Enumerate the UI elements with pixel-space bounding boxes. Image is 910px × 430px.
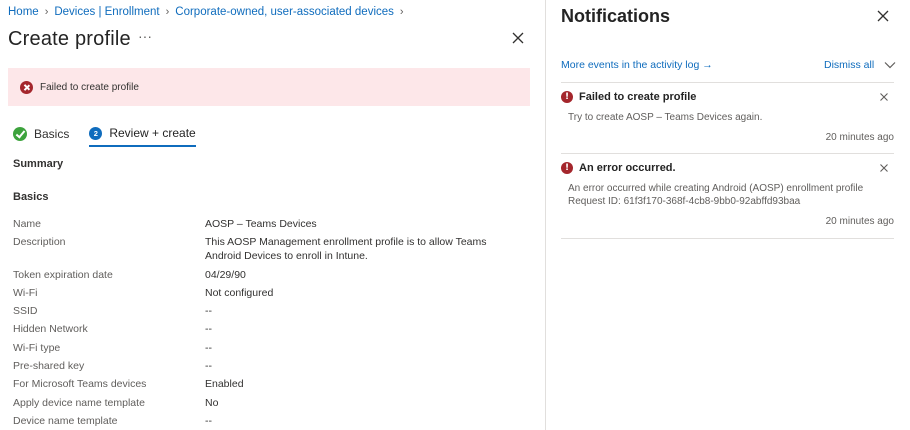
notifications-panel: Notifications More events in the activit…	[546, 0, 910, 430]
row-key: Wi-Fi type	[13, 341, 61, 354]
row-value: Not configured	[205, 286, 274, 299]
tab-review-create[interactable]: 2 Review + create	[89, 126, 196, 147]
error-icon	[20, 80, 33, 94]
dismiss-all-button[interactable]: Dismiss all	[824, 59, 896, 71]
row-key: Pre-shared key	[13, 360, 85, 373]
create-profile-panel: Home › Devices | Enrollment › Corporate-…	[0, 0, 545, 430]
activity-log-link[interactable]: More events in the activity log →	[561, 59, 713, 71]
summary-row: Description This AOSP Management enrollme…	[13, 235, 513, 263]
dismiss-all-label: Dismiss all	[824, 59, 875, 71]
tab-review-create-label: Review + create	[109, 126, 196, 140]
close-icon[interactable]	[509, 29, 527, 47]
request-id: Request ID: 61f3f170-368f-4cb8-9bb0-92ab…	[568, 196, 801, 207]
tab-basics[interactable]: Basics	[13, 126, 69, 147]
row-key: Name	[13, 218, 42, 230]
page-title: Create profile	[8, 28, 131, 50]
row-value: AOSP – Teams Devices	[205, 218, 317, 230]
divider	[561, 153, 894, 154]
chevron-right-icon: ›	[399, 6, 404, 18]
chevron-right-icon: ›	[44, 6, 49, 18]
summary-list: Name AOSP – Teams Devices Description This…	[13, 217, 513, 430]
row-key: Apply device name template	[13, 396, 145, 409]
row-value: --	[205, 360, 212, 373]
summary-row: For Microsoft Teams devices Enabled	[13, 377, 513, 391]
summary-row: Wi-Fi Not configured	[13, 286, 513, 300]
close-icon[interactable]	[879, 163, 889, 173]
chevron-down-icon	[884, 62, 896, 69]
row-value: --	[205, 341, 212, 354]
summary-heading: Summary	[13, 158, 64, 170]
close-icon[interactable]	[879, 92, 889, 102]
summary-row: Hidden Network --	[13, 322, 513, 336]
notification-header: ! Failed to create profile	[561, 91, 894, 103]
notification-header: ! An error occurred.	[561, 162, 894, 174]
row-key: SSID	[13, 305, 38, 318]
row-value: --	[205, 414, 212, 427]
notification-time: 20 minutes ago	[825, 132, 894, 143]
divider	[561, 238, 894, 239]
breadcrumb-devices-enrollment[interactable]: Devices | Enrollment	[54, 6, 159, 18]
summary-row: Pre-shared key --	[13, 359, 513, 373]
divider	[561, 82, 894, 83]
tab-basics-label: Basics	[34, 127, 70, 141]
summary-row: Token expiration date 04/29/90	[13, 268, 513, 282]
checkmark-icon	[13, 127, 27, 141]
row-value: This AOSP Management enrollment profile …	[205, 236, 487, 263]
notification-body: An error occurred while creating Android…	[568, 182, 894, 208]
notification-body: Try to create AOSP – Teams Devices again…	[568, 112, 763, 123]
row-value: --	[205, 323, 212, 336]
summary-row: Name AOSP – Teams Devices	[13, 217, 513, 231]
row-key: Device name template	[13, 414, 118, 427]
notification-item[interactable]: ! An error occurred. An error occurred w…	[561, 162, 894, 227]
notifications-title: Notifications	[561, 6, 671, 26]
notification-body-text: An error occurred while creating Android…	[568, 183, 864, 194]
error-icon: !	[561, 91, 573, 103]
chevron-right-icon: ›	[165, 6, 170, 18]
row-key: Hidden Network	[13, 323, 88, 336]
basics-heading: Basics	[13, 191, 49, 203]
summary-row: Wi-Fi type --	[13, 341, 513, 355]
summary-row: Apply device name template No	[13, 396, 513, 410]
more-options-button[interactable]: ···	[138, 28, 152, 44]
breadcrumb-corporate-owned[interactable]: Corporate-owned, user-associated devices	[175, 6, 394, 18]
step-number-badge: 2	[89, 126, 103, 140]
summary-row: SSID --	[13, 304, 513, 318]
notification-item[interactable]: ! Failed to create profile Try to create…	[561, 91, 894, 143]
row-value: Enabled	[205, 378, 244, 391]
row-key: Description	[13, 236, 66, 249]
wizard-tabs: Basics 2 Review + create	[13, 126, 196, 147]
row-value: No	[205, 396, 219, 409]
row-key: Token expiration date	[13, 268, 113, 281]
breadcrumb-home[interactable]: Home	[8, 6, 39, 18]
breadcrumb: Home › Devices | Enrollment › Corporate-…	[8, 6, 404, 18]
row-key: For Microsoft Teams devices	[13, 378, 147, 391]
notification-time: 20 minutes ago	[825, 216, 894, 227]
error-banner-text: Failed to create profile	[40, 81, 139, 93]
close-icon[interactable]	[876, 9, 890, 23]
row-value: 04/29/90	[205, 268, 246, 281]
row-value: --	[205, 305, 212, 318]
error-banner: Failed to create profile	[8, 68, 530, 106]
notification-title: Failed to create profile	[579, 91, 697, 103]
notification-title: An error occurred.	[579, 162, 676, 174]
summary-row: Device name template --	[13, 414, 513, 428]
row-key: Wi-Fi	[13, 286, 38, 299]
error-icon: !	[561, 162, 573, 174]
